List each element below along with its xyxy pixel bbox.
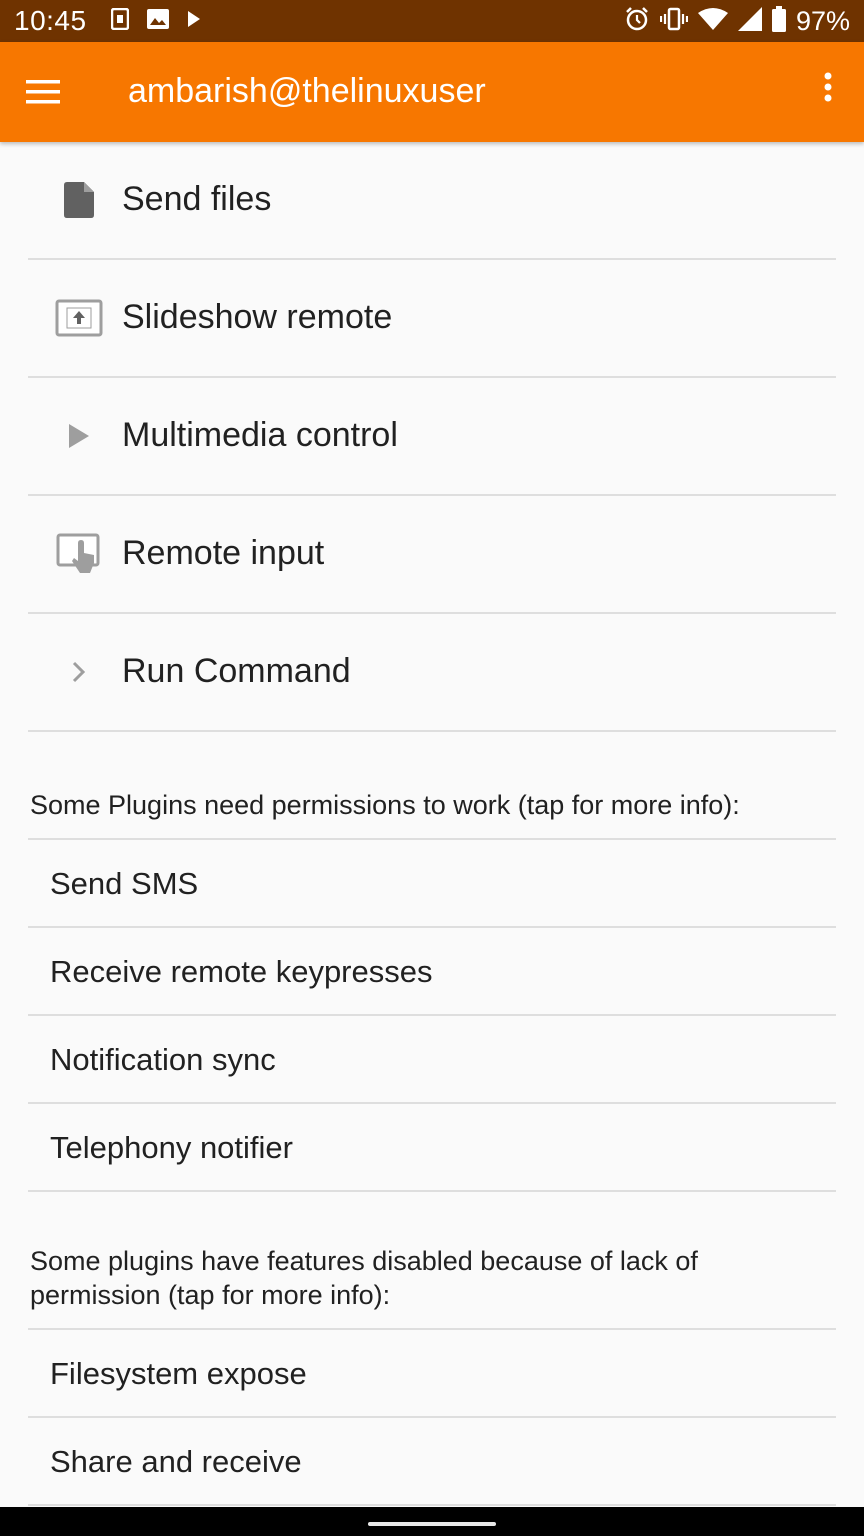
disabled-item-label: Share and receive [50,1444,302,1479]
permission-item-label: Receive remote keypresses [50,954,433,989]
sim-icon [110,7,129,35]
vibrate-icon [659,7,689,36]
plugin-label: Slideshow remote [122,298,393,336]
plugin-remote-input[interactable]: Remote input [28,496,836,614]
chevron-right-icon [52,650,106,694]
navigation-bar [0,1507,864,1536]
disabled-item-share-and-receive[interactable]: Share and receive [28,1418,836,1506]
permission-item-telephony-notifier[interactable]: Telephony notifier [28,1104,836,1192]
plugin-multimedia-control[interactable]: Multimedia control [28,378,836,496]
plugin-label: Remote input [122,534,325,572]
plugin-send-files[interactable]: Send files [28,142,836,260]
disabled-item-label: Filesystem expose [50,1356,307,1391]
touch-input-icon [52,532,106,576]
plugin-label: Run Command [122,652,351,690]
permission-item-label: Telephony notifier [50,1130,293,1165]
permission-item-send-sms[interactable]: Send SMS [28,840,836,928]
plugin-label: Send files [122,180,272,218]
image-icon [146,8,169,34]
gesture-home-handle[interactable] [368,1522,496,1526]
play-icon [52,414,106,458]
status-bar: 10:45 97% [0,0,864,42]
overflow-menu-button[interactable] [818,72,838,112]
plugin-slideshow-remote[interactable]: Slideshow remote [28,260,836,378]
signal-icon [737,6,762,36]
permission-item-label: Send SMS [50,866,199,901]
plugin-run-command[interactable]: Run Command [28,614,836,732]
wifi-icon [697,7,728,36]
more-vert-icon [824,72,832,102]
permission-item-receive-remote-keypresses[interactable]: Receive remote keypresses [28,928,836,1016]
play-icon [187,10,201,33]
slideshow-icon [52,296,106,340]
device-title: ambarish@thelinuxuser [128,72,486,110]
battery-icon [771,5,786,37]
permissions-section-header[interactable]: Some Plugins need permissions to work (t… [28,732,836,840]
permission-item-notification-sync[interactable]: Notification sync [28,1016,836,1104]
plugin-list: Send files Slideshow remote Multimedia c… [0,142,864,1506]
status-time: 10:45 [14,5,87,36]
app-bar: ambarish@thelinuxuser [0,42,864,142]
hamburger-menu-icon [26,80,60,104]
battery-percent: 97% [795,5,850,36]
permission-item-label: Notification sync [50,1042,276,1077]
file-icon [52,178,106,222]
alarm-icon [624,6,650,37]
disabled-features-section-header[interactable]: Some plugins have features disabled beca… [28,1192,836,1330]
menu-button[interactable] [26,74,72,110]
plugin-label: Multimedia control [122,416,398,454]
disabled-item-filesystem-expose[interactable]: Filesystem expose [28,1330,836,1418]
